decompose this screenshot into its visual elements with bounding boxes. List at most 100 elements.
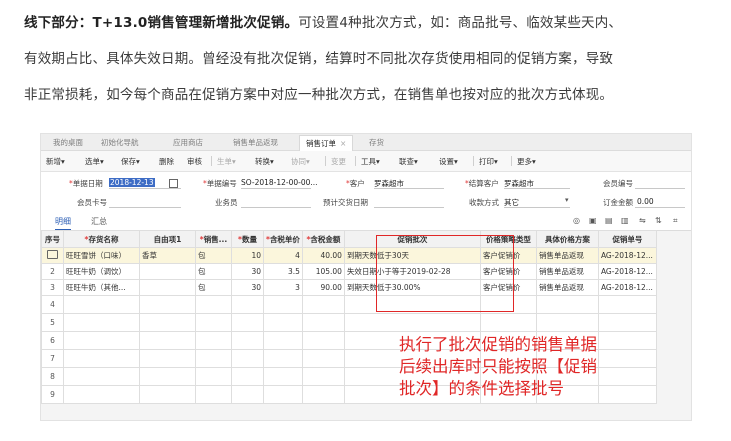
cell-item-name[interactable]: 旺旺牛奶（其他... [63, 279, 140, 296]
col-header-amount[interactable]: *含税金额 [301, 230, 345, 248]
table-row[interactable]: 5 [41, 313, 657, 332]
swap-icon[interactable]: ⇋ [639, 216, 646, 225]
doc-date-label: *单据日期 [69, 179, 103, 188]
cell-quantity[interactable]: 30 [231, 263, 264, 280]
member-no-input[interactable] [635, 188, 685, 189]
cell-free-item[interactable]: 香草 [139, 247, 196, 264]
tools-button[interactable]: 工具▾ [361, 156, 380, 167]
doc-no-label: *单据编号 [203, 179, 237, 188]
tab-init-nav[interactable]: 初始化导航 [101, 137, 139, 148]
audit-button[interactable]: 审核 [187, 156, 202, 167]
col-header-item-name[interactable]: *存货名称 [63, 230, 140, 248]
doc-no-input[interactable]: SO-2018-12-00-00... [241, 178, 318, 187]
order-amount-input[interactable]: 0.00 [637, 197, 654, 206]
more-button[interactable]: 更多▾ [517, 156, 536, 167]
tab-app-store[interactable]: 应用商店 [173, 137, 203, 148]
cell-unit-price[interactable]: 4 [263, 247, 303, 264]
settings-label: 设置 [439, 157, 454, 166]
save-button[interactable]: 保存▾ [121, 156, 140, 167]
col-header-index[interactable]: 序号 [41, 230, 64, 248]
field-underline [109, 188, 181, 189]
cell-price-plan[interactable]: 销售单品返现 [535, 247, 599, 264]
print-label: 打印 [479, 157, 494, 166]
member-card-input[interactable] [109, 207, 181, 208]
generate-doc-button[interactable]: 生单▾ [217, 156, 236, 167]
toolbar-divider [473, 156, 474, 166]
cell-unit[interactable]: 包 [195, 247, 232, 264]
col-header-unit-price[interactable]: *含税单价 [263, 230, 303, 248]
col-header-quantity[interactable]: *数量 [231, 230, 264, 248]
annotation-line-2: 后续出库时只能按照【促销 [399, 357, 597, 376]
cell-quantity[interactable]: 30 [231, 279, 264, 296]
tab-desktop[interactable]: 我的桌面 [53, 137, 83, 148]
annotation-line-3: 批次】的条件选择批号 [399, 379, 564, 398]
cell-amount[interactable]: 105.00 [301, 263, 345, 280]
doc-date-input[interactable]: 2018-12-13 [109, 178, 155, 187]
cell-unit[interactable]: 包 [195, 263, 232, 280]
annotation-line-1: 执行了批次促销的销售单据 [399, 335, 597, 354]
table-row[interactable]: 旺旺雪饼（口味） 香草 包 10 4 40.00 到期天数低于30天 客户促销价… [41, 247, 657, 264]
cell-amount[interactable]: 90.00 [301, 279, 345, 296]
tab-detail[interactable]: 明细 [55, 216, 71, 231]
cell-quantity[interactable]: 10 [231, 247, 264, 264]
cell-amount[interactable]: 40.00 [301, 247, 345, 264]
change-button[interactable]: 变更 [331, 156, 346, 167]
cell-free-item[interactable] [139, 263, 196, 280]
columns-icon[interactable]: ▥ [621, 216, 629, 225]
col-header-price-plan[interactable]: 具体价格方案 [535, 230, 599, 248]
col-header-free-item[interactable]: 自由项1 [139, 230, 196, 248]
field-underline [504, 207, 570, 208]
cell-index: 2 [41, 263, 64, 280]
row-select-cell[interactable] [41, 247, 64, 264]
grid-icon[interactable]: ▣ [589, 216, 597, 225]
cell-item-name[interactable]: 旺旺雪饼（口味） [63, 247, 140, 264]
tab-summary[interactable]: 汇总 [91, 216, 107, 227]
tab-sales-order[interactable]: 销售订单 × [299, 135, 354, 151]
tools-label: 工具 [361, 157, 376, 166]
calendar-icon[interactable] [169, 179, 178, 188]
table-row[interactable]: 2 旺旺牛奶（调饮） 包 30 3.5 105.00 失效日期小于等于2019-… [41, 263, 657, 280]
delivery-date-label: 预计交货日期 [323, 198, 368, 207]
salesperson-input[interactable] [241, 207, 311, 208]
collaborate-button[interactable]: 协同▾ [291, 156, 310, 167]
cell-item-name[interactable]: 旺旺牛奶（调饮） [63, 263, 140, 280]
cell-price-plan[interactable]: 销售单品返现 [535, 263, 599, 280]
chevron-down-icon[interactable]: ▾ [565, 196, 569, 204]
cell-unit-price[interactable]: 3.5 [263, 263, 303, 280]
cell-index: 6 [41, 331, 64, 350]
target-icon[interactable]: ◎ [573, 216, 580, 225]
col-header-promo-no[interactable]: 促销单号 [597, 230, 657, 248]
print-button[interactable]: 打印▾ [479, 156, 498, 167]
toolbar: 新增▾ 选单▾ 保存▾ 删除 审核 生单▾ 转换▾ 协同▾ 变更 工具▾ 联查▾… [41, 151, 691, 172]
cell-unit-price[interactable]: 3 [263, 279, 303, 296]
close-icon[interactable]: × [340, 139, 346, 148]
convert-button[interactable]: 转换▾ [255, 156, 274, 167]
col-header-sales-unit[interactable]: *销售... [195, 230, 232, 248]
cell-promo-no[interactable]: AG-2018-12... [597, 247, 657, 264]
link-query-button[interactable]: 联查▾ [399, 156, 418, 167]
toolbar-divider [511, 156, 512, 166]
convert-label: 转换 [255, 157, 270, 166]
table-icon[interactable]: ▤ [605, 216, 613, 225]
delete-button[interactable]: 删除 [159, 156, 174, 167]
chevron-down-icon: ▾ [454, 157, 458, 166]
tab-single-cashback[interactable]: 销售单品返现 [233, 137, 278, 148]
settle-customer-label-text: 结算客户 [468, 179, 499, 188]
table-row[interactable]: 3 旺旺牛奶（其他... 包 30 3 90.00 到期天数低于30.00% 客… [41, 279, 657, 296]
cell-price-plan[interactable]: 销售单品返现 [535, 279, 599, 296]
sort-icon[interactable]: ⇅ [655, 216, 662, 225]
intro-line-3: 非正常损耗，如今每个商品在促销方案中对应一种批次方式，在销售单也按对应的批次方式… [24, 87, 614, 103]
table-row[interactable]: 4 [41, 295, 657, 314]
settings-button[interactable]: 设置▾ [439, 156, 458, 167]
delivery-date-input[interactable] [374, 207, 444, 208]
cell-promo-no[interactable]: AG-2018-12... [597, 279, 657, 296]
new-button[interactable]: 新增▾ [46, 156, 65, 167]
cell-free-item[interactable] [139, 279, 196, 296]
select-doc-button[interactable]: 选单▾ [85, 156, 104, 167]
row-edit-icon[interactable] [47, 250, 58, 259]
field-underline [635, 207, 685, 208]
cell-promo-no[interactable]: AG-2018-12... [597, 263, 657, 280]
cell-unit[interactable]: 包 [195, 279, 232, 296]
filter-icon[interactable]: ⌗ [673, 216, 678, 226]
tab-inventory[interactable]: 存货 [369, 137, 384, 148]
